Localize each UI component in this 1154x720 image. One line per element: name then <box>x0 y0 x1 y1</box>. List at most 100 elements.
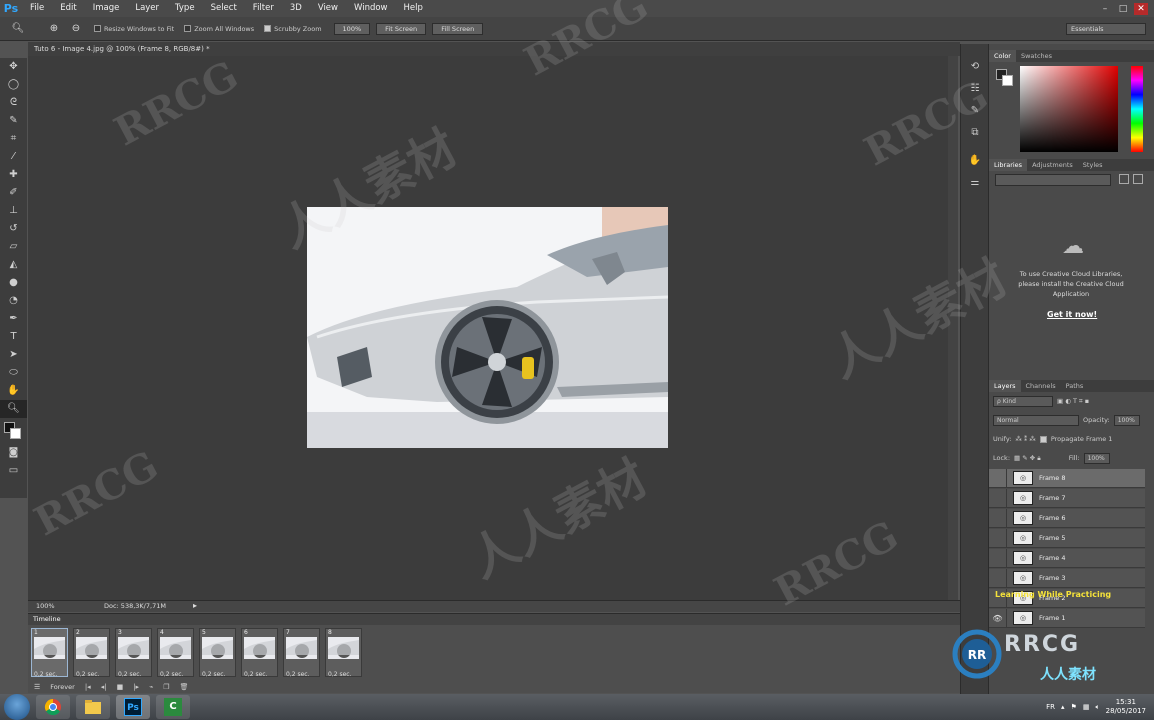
frame-delay[interactable]: 0,2 sec. <box>160 671 183 678</box>
menu-file[interactable]: File <box>22 0 52 17</box>
fit-screen-button[interactable]: Fit Screen <box>376 22 427 35</box>
kind-filter-select[interactable]: ρ Kind <box>993 395 1053 407</box>
menu-image[interactable]: Image <box>85 0 128 17</box>
timeline-frame[interactable]: 8 0,2 sec. <box>325 628 362 678</box>
brush-panel-icon[interactable]: ✎ <box>961 100 989 122</box>
layer-row[interactable]: ◎ Frame 6 <box>989 508 1145 528</box>
resize-windows-checkbox[interactable]: Resize Windows to Fit <box>94 25 174 33</box>
first-frame-icon[interactable]: |◂ <box>85 683 91 691</box>
layer-row[interactable]: ◎ Frame 7 <box>989 488 1145 508</box>
close-button[interactable]: ✕ <box>1134 2 1148 15</box>
brush-tool-icon[interactable]: ✐ <box>0 184 27 202</box>
menu-filter[interactable]: Filter <box>245 0 282 17</box>
play-icon[interactable]: ■ <box>117 683 124 691</box>
vertical-scrollbar[interactable] <box>948 56 958 600</box>
clock[interactable]: 15:31 28/05/2017 <box>1106 698 1146 716</box>
layer-row[interactable]: ◎ Frame 5 <box>989 528 1145 548</box>
type-tool-icon[interactable]: T <box>0 328 27 346</box>
shape-tool-icon[interactable]: ⬭ <box>0 364 27 382</box>
stamp-tool-icon[interactable]: ⊥ <box>0 202 27 220</box>
start-button[interactable] <box>4 694 30 720</box>
filter-icons[interactable]: ▣ ◐ T ⌗ ▪ <box>1057 397 1089 406</box>
zoom-100-button[interactable]: 100% <box>333 22 371 35</box>
loop-select[interactable]: Forever <box>50 683 75 691</box>
frame-delay[interactable]: 0,2 sec. <box>76 671 99 678</box>
tab-color[interactable]: Color <box>989 50 1016 62</box>
menu-select[interactable]: Select <box>203 0 245 17</box>
dodge-tool-icon[interactable]: ◔ <box>0 292 27 310</box>
scrubby-zoom-checkbox[interactable]: Scrubby Zoom <box>264 25 322 33</box>
tab-layers[interactable]: Layers <box>989 380 1021 392</box>
menu-3d[interactable]: 3D <box>282 0 310 17</box>
document-size[interactable]: Doc: 538,3K/7,71M <box>104 602 166 610</box>
tab-channels[interactable]: Channels <box>1021 380 1061 392</box>
healing-tool-icon[interactable]: ✚ <box>0 166 27 184</box>
visibility-toggle[interactable] <box>989 568 1007 588</box>
delete-frame-icon[interactable]: 🗑︎ <box>180 683 189 691</box>
timeline-frame[interactable]: 4 0,2 sec. <box>157 628 194 678</box>
list-view-icon[interactable] <box>1133 174 1143 184</box>
move-tool-icon[interactable]: ✥ <box>0 58 27 76</box>
color-swatches[interactable] <box>0 418 27 444</box>
fill-field[interactable]: 100% <box>1083 452 1110 464</box>
frame-delay[interactable]: 0,2 sec. <box>202 671 225 678</box>
menu-view[interactable]: View <box>310 0 346 17</box>
tab-swatches[interactable]: Swatches <box>1016 50 1057 62</box>
unify-icons[interactable]: ⁂ ⁑ ⁂ <box>1015 435 1035 443</box>
visibility-toggle[interactable] <box>989 528 1007 548</box>
language-indicator[interactable]: FR <box>1046 703 1055 711</box>
maximize-button[interactable]: □ <box>1116 3 1130 15</box>
blur-tool-icon[interactable]: ● <box>0 274 27 292</box>
visibility-toggle[interactable] <box>989 488 1007 508</box>
tab-adjustments[interactable]: Adjustments <box>1027 159 1078 171</box>
visibility-toggle[interactable] <box>989 468 1007 488</box>
blend-mode-select[interactable]: Normal <box>993 414 1079 426</box>
next-frame-icon[interactable]: |▸ <box>133 683 139 691</box>
eraser-tool-icon[interactable]: ▱ <box>0 238 27 256</box>
zoom-tool-icon[interactable]: 🔍︎ <box>0 400 27 418</box>
properties-panel-icon[interactable]: ☷ <box>961 78 989 100</box>
convert-timeline-icon[interactable]: ☰ <box>34 683 40 691</box>
background-color[interactable] <box>10 428 21 439</box>
propagate-checkbox[interactable] <box>1039 435 1047 443</box>
zoom-level[interactable]: 100% <box>36 602 55 610</box>
timeline-frame[interactable]: 7 0,2 sec. <box>283 628 320 678</box>
timeline-frame[interactable]: 5 0,2 sec. <box>199 628 236 678</box>
pen-tool-icon[interactable]: ✒ <box>0 310 27 328</box>
hand-tool-icon[interactable]: ✋ <box>0 382 27 400</box>
path-select-tool-icon[interactable]: ➤ <box>0 346 27 364</box>
photoshop-app[interactable]: Ps <box>116 695 150 719</box>
network-icon[interactable]: ▦ <box>1083 703 1090 711</box>
tab-libraries[interactable]: Libraries <box>989 159 1028 171</box>
frame-delay[interactable]: 0,2 sec. <box>244 671 267 678</box>
duplicate-frame-icon[interactable]: ❐ <box>163 683 169 691</box>
clone-source-icon[interactable]: ⧉ <box>961 122 989 144</box>
chrome-app[interactable] <box>36 695 70 719</box>
document-tab[interactable]: Tuto 6 - Image 4.jpg @ 100% (Frame 8, RG… <box>28 42 960 56</box>
menu-help[interactable]: Help <box>396 0 431 17</box>
zoom-tool-icon[interactable]: 🔍︎ <box>10 21 26 37</box>
quick-select-tool-icon[interactable]: ✎ <box>0 112 27 130</box>
timeline-frame[interactable]: 6 0,2 sec. <box>241 628 278 678</box>
layer-row[interactable]: ◎ Frame 8 <box>989 468 1145 488</box>
visibility-toggle[interactable] <box>989 508 1007 528</box>
character-panel-icon[interactable]: ⚌ <box>961 172 989 194</box>
eyedropper-tool-icon[interactable]: ⁄ <box>0 148 27 166</box>
opacity-field[interactable]: 100% <box>1113 414 1140 426</box>
history-brush-tool-icon[interactable]: ↺ <box>0 220 27 238</box>
screen-mode-icon[interactable]: ▭ <box>0 462 27 480</box>
background-swatch[interactable] <box>1002 75 1013 86</box>
menu-window[interactable]: Window <box>346 0 396 17</box>
timeline-frame[interactable]: 2 0,2 sec. <box>73 628 110 678</box>
frame-delay[interactable]: 0,2 sec. <box>34 671 57 678</box>
marquee-tool-icon[interactable]: ◯ <box>0 76 27 94</box>
frame-delay[interactable]: 0,2 sec. <box>118 671 141 678</box>
minimize-button[interactable]: – <box>1098 3 1112 15</box>
color-picker-field[interactable] <box>1020 66 1118 152</box>
tray-arrow-icon[interactable]: ▴ <box>1061 703 1065 711</box>
document-image[interactable] <box>307 207 668 448</box>
layer-row[interactable]: ◎ Frame 4 <box>989 548 1145 568</box>
zoom-all-checkbox[interactable]: Zoom All Windows <box>184 25 254 33</box>
menu-edit[interactable]: Edit <box>52 0 84 17</box>
quick-mask-icon[interactable]: ◙ <box>0 444 27 462</box>
